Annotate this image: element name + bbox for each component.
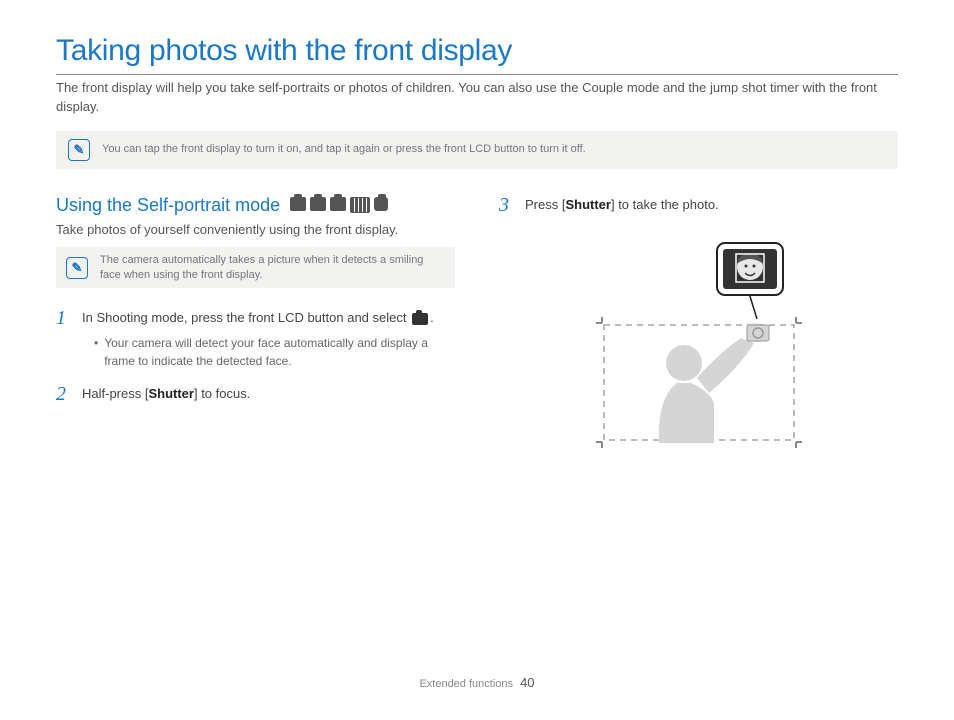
step-text: Half-press [ — [82, 386, 148, 401]
shutter-label: Shutter — [148, 386, 194, 401]
page-title: Taking photos with the front display — [56, 34, 898, 75]
note-icon: ✎ — [68, 139, 90, 161]
step-text: ] to take the photo. — [611, 197, 719, 212]
note-text: You can tap the front display to turn it… — [102, 142, 586, 157]
step-text: Press [ — [525, 197, 565, 212]
section-heading-text: Using the Self-portrait mode — [56, 195, 280, 216]
step-text: In Shooting mode, press the front LCD bu… — [82, 310, 410, 325]
camera-icon — [330, 197, 346, 211]
page-footer: Extended functions 40 — [0, 675, 954, 690]
step-3: 3 Press [Shutter] to take the photo. — [499, 195, 898, 215]
step-1: 1 In Shooting mode, press the front LCD … — [56, 308, 455, 370]
left-column: Using the Self-portrait mode Take photos… — [56, 195, 455, 463]
step-text: . — [430, 310, 434, 325]
footer-section: Extended functions — [419, 678, 513, 690]
self-portrait-mode-icon — [412, 313, 428, 325]
note-icon: ✎ — [66, 257, 88, 279]
section-desc: Take photos of yourself conveniently usi… — [56, 222, 455, 237]
camera-icon — [310, 197, 326, 211]
right-column: 3 Press [Shutter] to take the photo. — [499, 195, 898, 463]
page-number: 40 — [520, 675, 534, 690]
step-number: 1 — [56, 308, 72, 328]
self-portrait-illustration — [499, 233, 898, 463]
step-bullet: Your camera will detect your face automa… — [82, 334, 455, 370]
step-number: 3 — [499, 195, 515, 215]
dual-icon — [374, 197, 388, 211]
step-2: 2 Half-press [Shutter] to focus. — [56, 384, 455, 404]
mode-icons — [290, 197, 388, 213]
note-text: The camera automatically takes a picture… — [100, 253, 445, 283]
camera-icon — [290, 197, 306, 211]
shutter-label: Shutter — [565, 197, 611, 212]
step-text: ] to focus. — [194, 386, 250, 401]
section-heading: Using the Self-portrait mode — [56, 195, 455, 216]
note-box-section: ✎ The camera automatically takes a pictu… — [56, 247, 455, 289]
step-number: 2 — [56, 384, 72, 404]
scene-icon — [350, 197, 370, 213]
intro-text: The front display will help you take sel… — [56, 79, 898, 117]
note-box-top: ✎ You can tap the front display to turn … — [56, 131, 898, 169]
